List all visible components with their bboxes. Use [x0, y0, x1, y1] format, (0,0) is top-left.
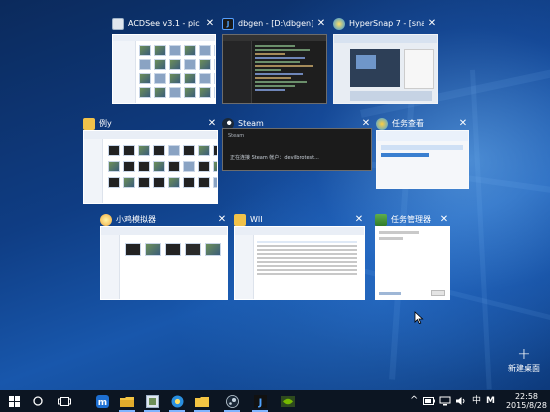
mouse-cursor-icon: [414, 311, 424, 325]
hypersnap-icon[interactable]: [165, 390, 189, 412]
steam-connecting-message: 正在连接 Steam 帐户：devilbrotest...: [230, 155, 319, 161]
window-thumbnail[interactable]: [333, 34, 438, 104]
folder-icon: [234, 214, 246, 226]
file-explorer-icon[interactable]: [115, 390, 139, 412]
window-thumbnail[interactable]: [222, 34, 327, 104]
new-desktop-button[interactable]: + 新建桌面: [504, 344, 544, 374]
ime-mode-indicator[interactable]: M: [486, 390, 495, 412]
task-view-icon[interactable]: [52, 390, 76, 412]
hypersnap-icon: [333, 18, 345, 30]
jetbrains-icon[interactable]: J: [248, 390, 272, 412]
battery-icon[interactable]: [421, 390, 437, 412]
window-card-task-view[interactable]: 任务查看 ✕: [376, 116, 469, 189]
close-icon[interactable]: ✕: [426, 16, 438, 32]
folder-icon: [83, 118, 95, 130]
window-thumbnail[interactable]: [100, 226, 228, 300]
window-thumbnail[interactable]: [234, 226, 365, 300]
window-thumbnail[interactable]: [376, 130, 469, 189]
svg-text:m: m: [97, 398, 106, 408]
window-title: ACDSee v3.1 - pic: [128, 19, 200, 28]
emulator-icon: [100, 214, 112, 226]
window-card-folder-wii[interactable]: WII ✕: [234, 212, 365, 300]
network-icon[interactable]: [437, 390, 453, 412]
window-card-dbgen[interactable]: J dbgen - [D:\dbgen] - ... ✕: [222, 16, 327, 104]
windows-logo-icon[interactable]: [2, 390, 26, 412]
window-thumbnail[interactable]: Steam 正在连接 Steam 帐户：devilbrotest...: [222, 128, 372, 171]
window-card-folder-y[interactable]: 例y ✕: [83, 116, 218, 204]
window-title: dbgen - [D:\dbgen] - ...: [238, 19, 313, 28]
nvidia-icon[interactable]: [276, 390, 300, 412]
window-thumbnail[interactable]: [83, 130, 218, 204]
window-thumbnail[interactable]: [375, 226, 450, 300]
window-card-acdsee[interactable]: ACDSee v3.1 - pic ✕: [112, 16, 216, 104]
window-title: HyperSnap 7 - [snap0...: [349, 19, 424, 28]
window-card-steam[interactable]: Steam ✕ Steam 正在连接 Steam 帐户：devilbrotest…: [222, 116, 372, 171]
cortana-icon[interactable]: [26, 390, 50, 412]
new-desktop-label: 新建桌面: [508, 364, 540, 373]
folder-icon[interactable]: [190, 390, 214, 412]
acdsee-icon[interactable]: [140, 390, 164, 412]
tray-expand-chevron-icon[interactable]: ^: [410, 390, 418, 412]
plus-icon: +: [517, 344, 531, 363]
steam-dialog-title: Steam: [228, 133, 245, 139]
window-thumbnail[interactable]: [112, 34, 216, 104]
close-icon[interactable]: ✕: [315, 16, 327, 32]
close-icon[interactable]: ✕: [204, 16, 216, 32]
window-card-emulator[interactable]: 小鸡模拟器 ✕: [100, 212, 228, 300]
svg-text:J: J: [257, 397, 262, 408]
acdsee-icon: [112, 18, 124, 30]
window-card-task-manager[interactable]: 任务管理器 ✕: [375, 212, 450, 300]
ime-language-indicator[interactable]: 中: [472, 390, 481, 412]
system-clock[interactable]: 22:58 2015/8/28: [506, 392, 547, 410]
task-manager-icon: [375, 214, 387, 226]
jetbrains-icon: J: [222, 18, 234, 30]
window-card-hypersnap[interactable]: HyperSnap 7 - [snap0... ✕: [333, 16, 438, 104]
steam-icon[interactable]: [220, 390, 244, 412]
clock-time: 22:58: [514, 392, 539, 401]
volume-icon[interactable]: [453, 390, 469, 412]
task-view-app-icon: [376, 118, 388, 130]
maxthon-icon[interactable]: m: [90, 390, 114, 412]
clock-date: 2015/8/28: [505, 401, 547, 410]
taskbar: m J ^ 中 M 22:58 2015/8/28: [0, 390, 550, 412]
